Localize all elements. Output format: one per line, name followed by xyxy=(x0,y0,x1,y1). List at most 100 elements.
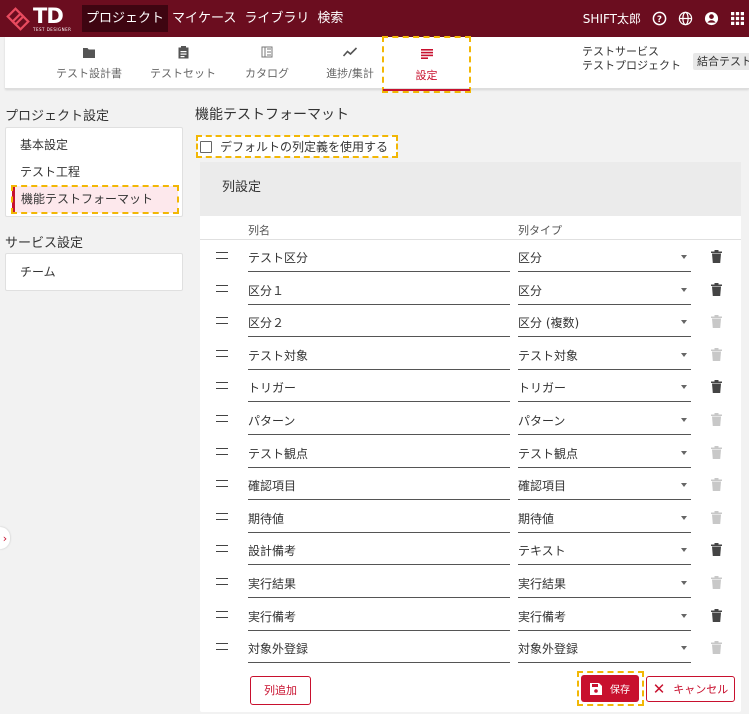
column-type-select[interactable]: 確認項目 xyxy=(518,468,691,501)
dropdown-arrow-icon xyxy=(681,613,687,618)
user-name[interactable]: SHIFT太郎 xyxy=(583,10,641,27)
drag-handle-icon[interactable] xyxy=(216,382,228,390)
tab-test-design[interactable]: テスト設計書 xyxy=(49,37,129,89)
delete-icon[interactable] xyxy=(711,250,722,263)
column-name-input[interactable]: 対象外登録 xyxy=(248,631,510,664)
apps-grid-icon[interactable] xyxy=(729,11,745,27)
column-type-select[interactable]: テスト対象 xyxy=(518,338,691,370)
sidebar-item-basic[interactable]: 基本設定 xyxy=(6,132,182,159)
tab-catalog[interactable]: カタログ xyxy=(227,37,307,89)
dropdown-arrow-icon xyxy=(681,548,687,553)
column-name-input[interactable]: 区分１ xyxy=(248,273,510,305)
tab-test-set[interactable]: テストセット xyxy=(143,37,223,89)
column-row: 実行備考 実行備考 xyxy=(200,599,741,631)
tab-settings[interactable]: 設定 xyxy=(382,36,471,93)
drag-handle-icon[interactable] xyxy=(216,578,228,585)
drag-handle-icon[interactable] xyxy=(216,545,228,553)
logo-text: TD xyxy=(33,3,64,28)
drag-handle-icon[interactable] xyxy=(216,284,228,292)
column-row: パターン パターン xyxy=(200,403,741,435)
column-type-header: 列タイプ xyxy=(518,224,562,237)
column-name-input[interactable]: テスト観点 xyxy=(248,436,510,468)
floppy-disk-icon xyxy=(590,682,602,695)
column-type-select[interactable]: 実行結果 xyxy=(518,566,691,598)
topnav-library[interactable]: ライブラリ xyxy=(240,5,313,32)
drag-handle-icon[interactable] xyxy=(216,512,228,520)
app-logo[interactable]: TD TEST DESIGNER xyxy=(0,0,82,37)
column-name-input[interactable]: 実行結果 xyxy=(248,566,510,598)
project-name: テストプロジェクト xyxy=(582,59,681,72)
folder-icon xyxy=(82,45,96,59)
column-type-select[interactable]: テキスト xyxy=(518,533,691,566)
column-name-input[interactable]: 実行備考 xyxy=(248,599,510,631)
default-columns-checkbox[interactable]: デフォルトの列定義を使用する xyxy=(196,135,398,158)
save-button-highlight: 保存 xyxy=(577,671,644,706)
test-phase-badge[interactable]: 結合テスト xyxy=(693,53,749,70)
sidebar-expand-button[interactable]: › xyxy=(0,527,10,549)
dropdown-arrow-icon xyxy=(681,385,687,390)
column-type-select[interactable]: 対象外登録 xyxy=(518,631,691,664)
column-type-select[interactable]: 区分 xyxy=(518,240,691,272)
save-button[interactable]: 保存 xyxy=(581,675,639,702)
project-tab-bar: テスト設計書 テストセット カタログ 進捗/集計 設定 テストサービス テストプ… xyxy=(5,36,749,93)
topnav-project[interactable]: プロジェクト xyxy=(82,5,169,32)
delete-icon[interactable] xyxy=(711,543,722,557)
clipboard-icon xyxy=(176,45,190,59)
delete-icon[interactable] xyxy=(711,282,722,296)
sidebar-item-team[interactable]: チーム xyxy=(6,259,182,286)
add-column-button[interactable]: 列追加 xyxy=(250,676,311,705)
column-type-value: 実行備考 xyxy=(518,609,567,624)
topnav-search[interactable]: 検索 xyxy=(313,5,347,32)
logo-mark-icon xyxy=(6,6,30,31)
tab-progress[interactable]: 進捗/集計 xyxy=(310,37,390,89)
delete-icon xyxy=(711,347,722,361)
column-type-value: 区分 xyxy=(518,251,543,265)
column-type-select[interactable]: 区分 (複数) xyxy=(518,305,691,338)
column-name-input[interactable]: 確認項目 xyxy=(248,468,510,501)
column-row: 設計備考 テキスト xyxy=(200,533,741,566)
logo-subtext: TEST DESIGNER xyxy=(33,26,72,32)
sidebar-item-process[interactable]: テスト工程 xyxy=(6,159,182,186)
column-row: 対象外登録 対象外登録 xyxy=(200,631,741,664)
sidebar-item-func-format[interactable]: 機能テストフォーマット xyxy=(11,185,179,214)
drag-handle-icon[interactable] xyxy=(216,447,228,455)
delete-icon xyxy=(711,478,722,492)
drag-handle-icon[interactable] xyxy=(216,252,228,259)
drag-handle-icon[interactable] xyxy=(216,317,228,325)
help-icon[interactable]: ? xyxy=(651,11,667,27)
drag-handle-icon[interactable] xyxy=(216,480,228,488)
column-name-input[interactable]: トリガー xyxy=(248,370,510,403)
column-type-value: テスト観点 xyxy=(518,446,579,461)
drag-handle-icon[interactable] xyxy=(216,643,228,651)
column-name-input[interactable]: 期待値 xyxy=(248,501,510,533)
drag-handle-icon[interactable] xyxy=(216,349,228,357)
topnav-mycase[interactable]: マイケース xyxy=(168,5,240,32)
column-name-input[interactable]: テスト対象 xyxy=(248,338,510,370)
dropdown-arrow-icon xyxy=(681,515,687,520)
globe-icon[interactable] xyxy=(677,11,693,27)
tab-label: テスト設計書 xyxy=(56,67,122,80)
delete-icon[interactable] xyxy=(711,608,722,622)
column-type-select[interactable]: 実行備考 xyxy=(518,599,691,631)
column-type-value: 実行結果 xyxy=(518,577,567,591)
drag-handle-icon[interactable] xyxy=(216,415,228,422)
column-type-select[interactable]: トリガー xyxy=(518,370,691,403)
checkbox-icon[interactable] xyxy=(200,140,212,153)
drag-handle-icon[interactable] xyxy=(216,610,228,618)
delete-icon xyxy=(711,315,722,329)
dropdown-arrow-icon xyxy=(681,352,687,357)
column-row: 区分２ 区分 (複数) xyxy=(200,305,741,338)
column-type-select[interactable]: パターン xyxy=(518,403,691,435)
account-icon[interactable] xyxy=(703,11,719,27)
dropdown-arrow-icon xyxy=(681,287,687,292)
dropdown-arrow-icon xyxy=(681,483,687,488)
cancel-button[interactable]: ✕ キャンセル xyxy=(646,676,735,702)
column-type-select[interactable]: 区分 xyxy=(518,273,691,305)
column-name-input[interactable]: 設計備考 xyxy=(248,533,510,566)
column-name-input[interactable]: 区分２ xyxy=(248,305,510,338)
column-name-input[interactable]: テスト区分 xyxy=(248,240,510,272)
delete-icon[interactable] xyxy=(711,380,722,394)
column-type-select[interactable]: 期待値 xyxy=(518,501,691,533)
column-type-select[interactable]: テスト観点 xyxy=(518,436,691,468)
column-name-input[interactable]: パターン xyxy=(248,403,510,435)
